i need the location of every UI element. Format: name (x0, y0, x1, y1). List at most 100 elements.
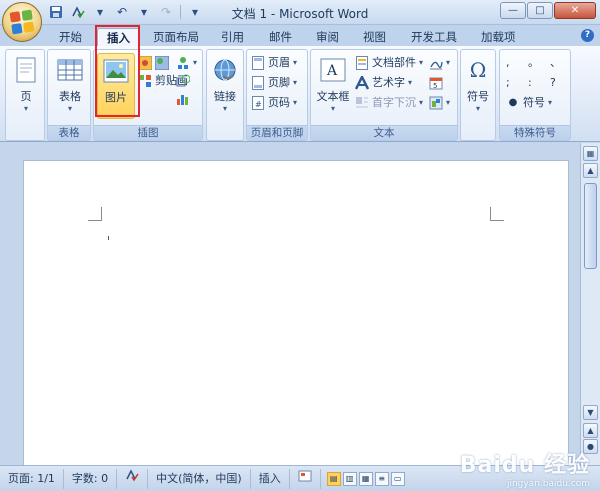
page-number-button[interactable]: # 页码 ▾ (251, 94, 297, 112)
group-illustrations: 图片 剪贴画 ▾ 插图 (93, 49, 203, 141)
ruler-toggle-icon[interactable]: ▦ (583, 146, 598, 161)
macro-record-icon[interactable] (290, 468, 321, 489)
dropcap-button[interactable]: 首字下沉 ▾ (355, 94, 423, 112)
page-number-icon: # (251, 96, 265, 110)
special-char-comma[interactable]: , (506, 54, 510, 72)
group-label-illustrations: 插图 (94, 125, 202, 140)
tab-insert[interactable]: 插入 (97, 28, 140, 47)
print-layout-view-icon[interactable]: ▤ (326, 471, 341, 486)
help-icon[interactable]: ? (581, 29, 594, 42)
tab-addins[interactable]: 加载项 (472, 28, 525, 47)
special-char-question[interactable]: ? (550, 74, 556, 92)
group-header-footer: 页眉 ▾ 页脚 ▾ # 页码 ▾ 页眉和页脚 (246, 49, 308, 141)
chevron-down-icon: ▾ (419, 58, 424, 67)
draft-view-icon[interactable]: ▭ (390, 471, 405, 486)
smartart-icon (138, 74, 152, 88)
chevron-down-icon: ▾ (419, 98, 424, 107)
clipart-icon-group[interactable] (138, 54, 169, 72)
shapes-icon (155, 56, 169, 70)
text-cursor (108, 236, 109, 240)
wordart-button[interactable]: 艺术字 ▾ (355, 74, 412, 92)
group-special-symbols: , 。 、 ; : ? ● 符号 ▾ 特殊符号 (499, 49, 571, 141)
tab-review[interactable]: 审阅 (307, 28, 348, 47)
chevron-down-icon: ▾ (446, 98, 451, 107)
footer-icon (251, 76, 265, 90)
maximize-icon[interactable]: □ (527, 2, 553, 19)
quickparts-label: 文档部件 (372, 56, 416, 69)
symbol-label: 符号 (467, 90, 489, 103)
chevron-down-icon: ▾ (293, 78, 298, 87)
smartart-button[interactable]: ▾ (176, 54, 197, 72)
symbol-button[interactable]: Ω 符号 ▾ (461, 53, 495, 115)
web-layout-view-icon[interactable]: ▦ (358, 471, 373, 486)
omega-icon: Ω (469, 58, 487, 82)
shapes-button[interactable] (176, 72, 190, 90)
page-number-label: 页码 (268, 96, 290, 109)
scroll-up-icon[interactable]: ▲ (583, 163, 598, 178)
scroll-thumb[interactable] (584, 183, 597, 269)
status-bar: 页面: 1/1 字数: 0 中文(简体，中国) 插入 ▤ ▥ ▦ ≡ ▭ Bai… (0, 453, 600, 491)
special-char-period[interactable]: 。 (528, 54, 539, 72)
status-language[interactable]: 中文(简体，中国) (148, 468, 251, 489)
ribbon-tabs: 开始 插入 页面布局 引用 邮件 审阅 视图 开发工具 加载项 ? (0, 25, 600, 47)
close-icon[interactable]: ✕ (554, 2, 596, 19)
ribbon: 页 ▾ 表格 ▾ 表格 图片 剪贴画 ▾ 插图 链接 ▾ 页眉 ▾ 页脚 ▾ #… (0, 46, 600, 142)
tab-developer[interactable]: 开发工具 (402, 28, 466, 47)
special-char-semicolon[interactable]: ; (506, 74, 510, 92)
status-word-count[interactable]: 字数: 0 (64, 468, 118, 489)
group-label-special-symbols: 特殊符号 (500, 125, 570, 140)
textbox-button[interactable]: A 文本框 ▾ (313, 53, 353, 115)
picture-label: 图片 (105, 91, 127, 104)
special-char-colon[interactable]: : (528, 74, 532, 92)
margin-corner-mark (88, 207, 102, 221)
office-button[interactable] (2, 2, 42, 42)
tab-page-layout[interactable]: 页面布局 (144, 28, 208, 47)
status-insert-mode[interactable]: 插入 (251, 468, 290, 489)
shapes-icon (176, 74, 190, 88)
footer-button[interactable]: 页脚 ▾ (251, 74, 297, 92)
datetime-button[interactable]: 5 (429, 74, 443, 92)
tab-view[interactable]: 视图 (354, 28, 395, 47)
table-button[interactable]: 表格 ▾ (50, 53, 90, 115)
pages-button[interactable]: 页 ▾ (6, 53, 46, 115)
tab-mailings[interactable]: 邮件 (260, 28, 301, 47)
scroll-down-icon[interactable]: ▼ (583, 405, 598, 420)
special-symbol-label: 符号 (523, 96, 545, 109)
group-pages: 页 ▾ (5, 49, 45, 141)
object-icon (429, 96, 443, 110)
office-logo-icon (9, 9, 35, 35)
tab-references[interactable]: 引用 (212, 28, 253, 47)
picture-button[interactable]: 图片 (97, 53, 135, 119)
document-page[interactable] (23, 160, 569, 470)
outline-view-icon[interactable]: ≡ (374, 471, 389, 486)
full-screen-reading-view-icon[interactable]: ▥ (342, 471, 357, 486)
group-symbols: Ω 符号 ▾ (460, 49, 496, 141)
clipart-icon (138, 56, 152, 70)
minimize-icon[interactable]: — (500, 2, 526, 19)
view-buttons: ▤ ▥ ▦ ≡ ▭ (326, 471, 405, 486)
group-text: A 文本框 ▾ 文档部件 ▾ 艺术字 ▾ 首字下沉 ▾ ▾ 5 ▾ 文本 (310, 49, 458, 141)
chevron-down-icon: ▾ (330, 104, 335, 113)
chart-button[interactable] (176, 90, 190, 108)
prev-page-icon[interactable]: ▲ (583, 423, 598, 438)
special-symbol-button[interactable]: ● 符号 ▾ (506, 94, 552, 112)
header-label: 页眉 (268, 56, 290, 69)
vertical-scrollbar[interactable]: ▦ ▲ ▼ ▲ ● (580, 143, 600, 465)
picture-icon (101, 56, 131, 86)
proofing-icon[interactable] (117, 468, 149, 489)
link-globe-icon (210, 55, 240, 85)
tab-home[interactable]: 开始 (50, 28, 91, 47)
header-button[interactable]: 页眉 ▾ (251, 54, 297, 72)
pages-label: 页 (20, 90, 32, 103)
group-links: 链接 ▾ (206, 49, 244, 141)
status-page-count[interactable]: 页面: 1/1 (0, 468, 64, 489)
chart-icon (176, 92, 190, 106)
links-button[interactable]: 链接 ▾ (207, 53, 243, 115)
links-label: 链接 (214, 90, 236, 103)
signature-line-button[interactable]: ▾ (429, 54, 450, 72)
special-char-pause[interactable]: 、 (550, 54, 561, 72)
object-button[interactable]: ▾ (429, 94, 450, 112)
datetime-icon: 5 (429, 76, 443, 90)
svg-text:#: # (255, 100, 262, 109)
quickparts-button[interactable]: 文档部件 ▾ (355, 54, 423, 72)
